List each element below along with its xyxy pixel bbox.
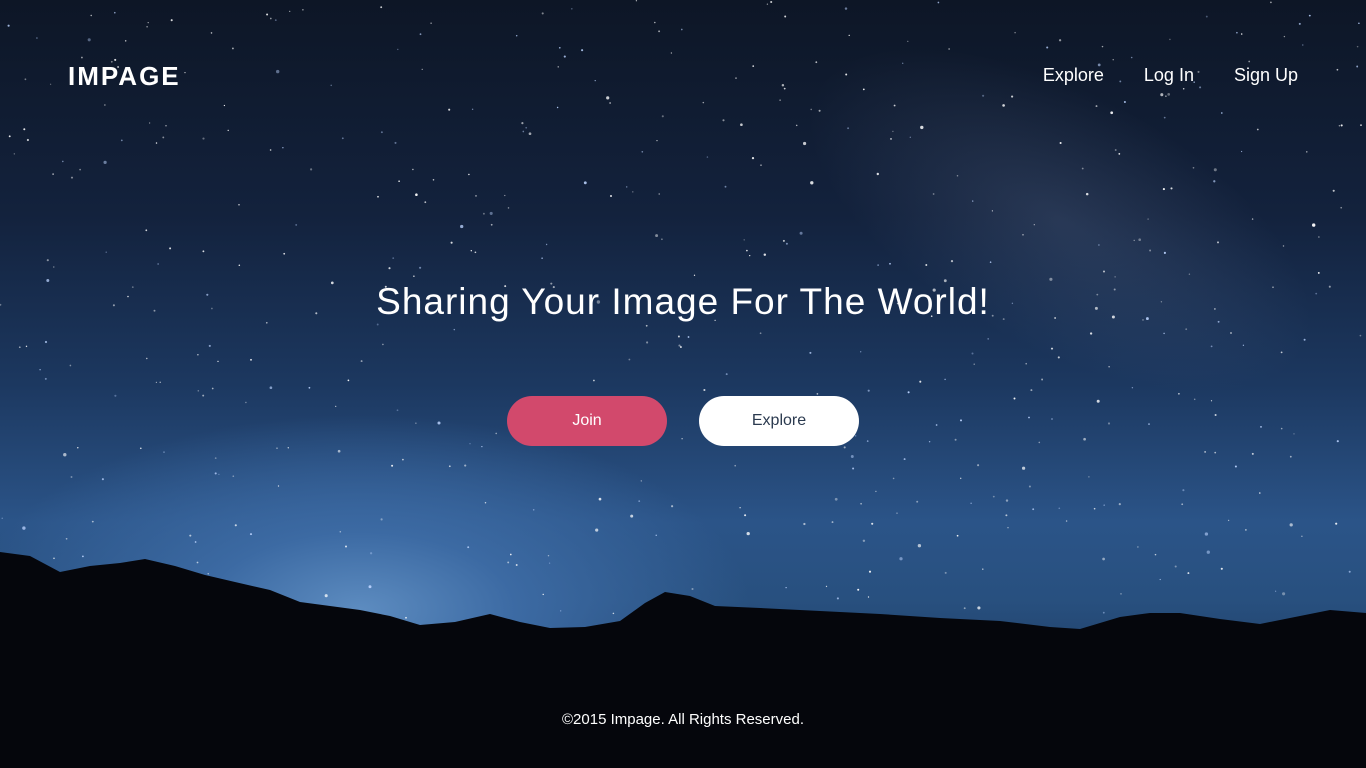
footer-copyright: ©2015 Impage. All Rights Reserved.	[561, 711, 804, 728]
hero-headline: Sharing Your Image For The World!	[376, 281, 990, 322]
nav-login-link[interactable]: Log In	[1144, 65, 1194, 86]
nav-explore-link[interactable]: Explore	[1043, 65, 1104, 86]
logo[interactable]: IMPAGE	[68, 61, 181, 92]
hero-background: IMPAGE Explore Log In Sign Up Sharing Yo…	[0, 0, 1366, 768]
mountain-silhouette	[0, 552, 1366, 768]
nav-signup-link[interactable]: Sign Up	[1234, 65, 1298, 86]
top-nav: Explore Log In Sign Up	[1043, 65, 1298, 86]
join-button[interactable]: Join	[507, 396, 667, 446]
explore-button[interactable]: Explore	[699, 396, 859, 446]
